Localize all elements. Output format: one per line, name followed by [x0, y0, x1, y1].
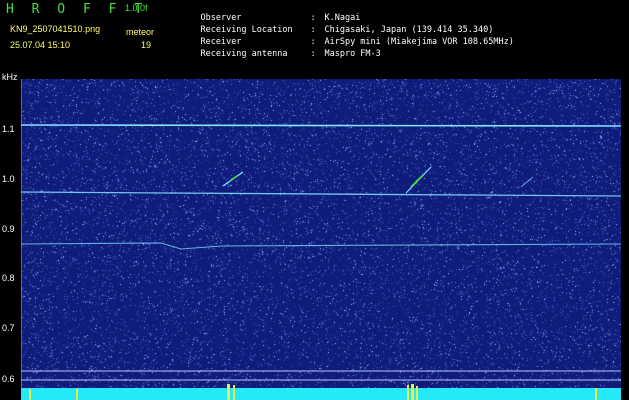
- spectrogram-overlay: [21, 79, 621, 400]
- count-value: 19: [141, 40, 152, 50]
- y-tick: 1.1: [2, 124, 15, 134]
- y-tick: 1.0: [2, 174, 15, 184]
- meteor-marker: [227, 384, 230, 400]
- date-time: 25.07.04 15:10: [10, 40, 71, 50]
- meteor-marker: [416, 386, 418, 400]
- info-value: Maspro FM-3: [324, 49, 381, 59]
- meteor-marker: [29, 389, 31, 400]
- info-colon: :: [310, 49, 316, 59]
- mode-label: meteor: [126, 27, 155, 37]
- info-row-antenna: Receiving antenna: Maspro FM-3: [180, 39, 381, 69]
- y-tick: 0.8: [2, 273, 15, 283]
- meteor-echo: [520, 176, 534, 188]
- meteor-echo-head: [230, 175, 238, 181]
- carrier-line: [21, 242, 621, 250]
- bottom-band: [21, 388, 621, 400]
- info-label: Receiving antenna: [200, 49, 288, 59]
- y-tick: 0.9: [2, 224, 15, 234]
- carrier-line: [21, 124, 621, 127]
- meteor-marker: [76, 389, 78, 400]
- meteor-marker: [595, 388, 597, 400]
- y-tick: 0.6: [2, 374, 15, 384]
- y-tick: 0.7: [2, 323, 15, 333]
- version-label: 1.0.0f: [125, 3, 148, 13]
- meteor-marker: [411, 384, 414, 400]
- y-axis-unit: kHz: [2, 72, 18, 82]
- spectrogram-plot: [21, 79, 621, 400]
- file-name: KN9_2507041510.png: [10, 24, 101, 34]
- spectrogram-window: H R O F F T 1.0.0f KN9_2507041510.png me…: [0, 0, 629, 400]
- meteor-marker: [407, 385, 409, 400]
- carrier-line: [21, 191, 621, 197]
- meteor-echo-head: [410, 174, 424, 188]
- meteor-marker: [233, 385, 235, 400]
